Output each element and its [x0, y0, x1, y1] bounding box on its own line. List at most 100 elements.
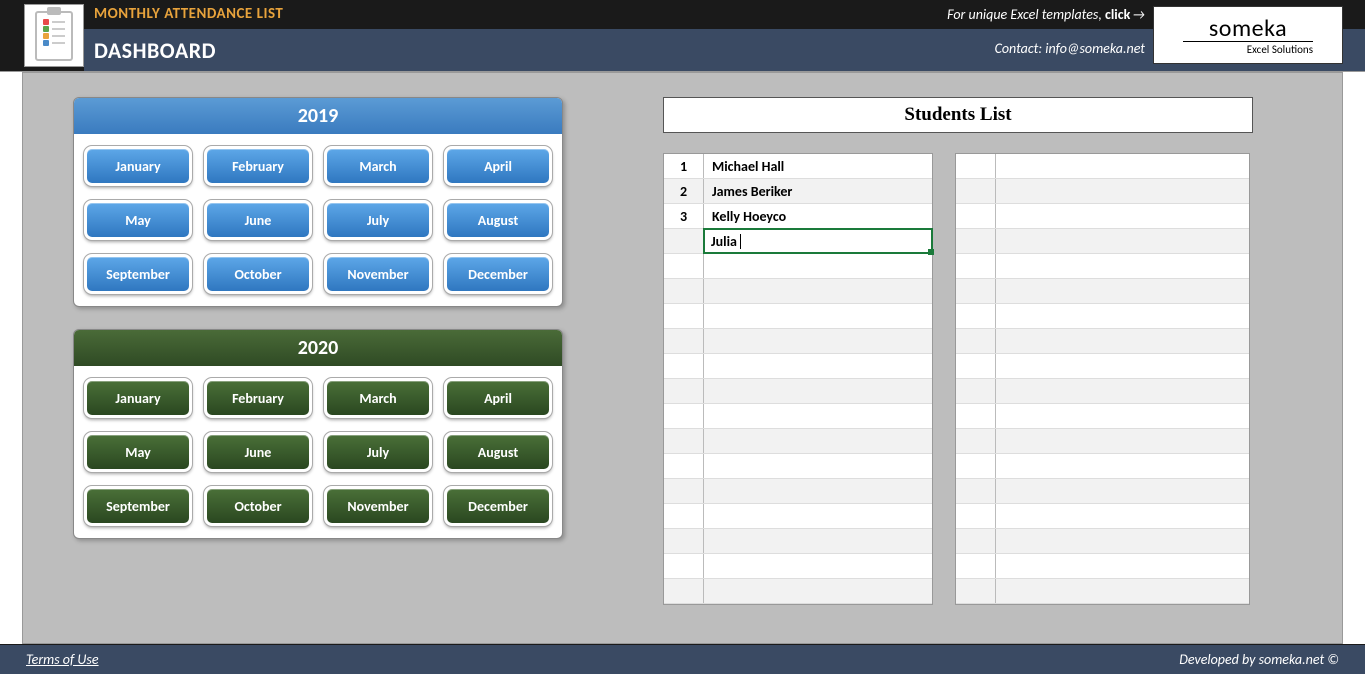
month-button-january[interactable]: January	[84, 378, 192, 418]
student-name[interactable]	[996, 254, 1249, 278]
month-button-april[interactable]: April	[444, 378, 552, 418]
student-name[interactable]	[704, 454, 932, 478]
table-row[interactable]	[956, 254, 1249, 279]
table-row[interactable]	[956, 479, 1249, 504]
student-name[interactable]	[996, 179, 1249, 203]
student-name[interactable]	[996, 279, 1249, 303]
promo-link[interactable]: For unique Excel templates, click →	[947, 6, 1145, 23]
student-name[interactable]	[996, 554, 1249, 578]
table-row[interactable]	[956, 429, 1249, 454]
table-row[interactable]	[664, 379, 932, 404]
month-button-october[interactable]: October	[204, 486, 312, 526]
student-name[interactable]	[996, 379, 1249, 403]
student-name[interactable]	[704, 279, 932, 303]
month-button-april[interactable]: April	[444, 146, 552, 186]
table-row[interactable]	[956, 504, 1249, 529]
table-row[interactable]	[956, 179, 1249, 204]
month-button-february[interactable]: February	[204, 378, 312, 418]
table-row[interactable]	[956, 404, 1249, 429]
table-row[interactable]	[664, 579, 932, 604]
month-button-may[interactable]: May	[84, 200, 192, 240]
month-button-november[interactable]: November	[324, 254, 432, 294]
student-name[interactable]	[704, 379, 932, 403]
student-name[interactable]: Michael Hall	[704, 154, 932, 178]
table-row[interactable]	[956, 579, 1249, 604]
student-name-input[interactable]: Julia	[704, 229, 932, 253]
table-row-editing[interactable]: Julia	[664, 229, 932, 254]
table-row[interactable]	[664, 479, 932, 504]
student-name[interactable]	[996, 579, 1249, 603]
table-row[interactable]: 3Kelly Hoeyco	[664, 204, 932, 229]
table-row[interactable]	[664, 554, 932, 579]
table-row[interactable]	[664, 304, 932, 329]
students-table-left[interactable]: 1Michael Hall2James Beriker3Kelly Hoeyco…	[663, 153, 933, 605]
table-row[interactable]	[956, 229, 1249, 254]
month-button-december[interactable]: December	[444, 254, 552, 294]
table-row[interactable]	[664, 529, 932, 554]
table-row[interactable]	[956, 454, 1249, 479]
table-row[interactable]	[956, 379, 1249, 404]
table-row[interactable]	[664, 404, 932, 429]
month-button-july[interactable]: July	[324, 432, 432, 472]
students-table-right[interactable]	[955, 153, 1250, 605]
student-name[interactable]	[996, 204, 1249, 228]
student-name[interactable]	[996, 454, 1249, 478]
brand-badge[interactable]: someka Excel Solutions	[1153, 6, 1343, 64]
student-name[interactable]	[996, 404, 1249, 428]
month-button-september[interactable]: September	[84, 254, 192, 294]
table-row[interactable]	[956, 529, 1249, 554]
month-button-august[interactable]: August	[444, 200, 552, 240]
student-name[interactable]	[996, 154, 1249, 178]
table-row[interactable]	[664, 354, 932, 379]
student-name[interactable]: James Beriker	[704, 179, 932, 203]
table-row[interactable]	[956, 204, 1249, 229]
student-name[interactable]	[704, 304, 932, 328]
table-row[interactable]	[664, 279, 932, 304]
month-button-october[interactable]: October	[204, 254, 312, 294]
table-row[interactable]	[956, 279, 1249, 304]
student-name[interactable]	[704, 554, 932, 578]
table-row[interactable]: 1Michael Hall	[664, 154, 932, 179]
month-button-january[interactable]: January	[84, 146, 192, 186]
student-name[interactable]	[996, 479, 1249, 503]
month-button-may[interactable]: May	[84, 432, 192, 472]
month-button-november[interactable]: November	[324, 486, 432, 526]
month-button-december[interactable]: December	[444, 486, 552, 526]
month-button-march[interactable]: March	[324, 146, 432, 186]
table-row[interactable]	[664, 254, 932, 279]
month-button-march[interactable]: March	[324, 378, 432, 418]
month-button-february[interactable]: February	[204, 146, 312, 186]
table-row[interactable]: 2James Beriker	[664, 179, 932, 204]
student-name[interactable]	[996, 504, 1249, 528]
student-name[interactable]	[996, 304, 1249, 328]
student-name[interactable]	[704, 529, 932, 553]
table-row[interactable]	[664, 329, 932, 354]
student-name[interactable]	[704, 429, 932, 453]
table-row[interactable]	[956, 154, 1249, 179]
student-name[interactable]	[704, 404, 932, 428]
student-name[interactable]: Kelly Hoeyco	[704, 204, 932, 228]
student-name[interactable]	[996, 329, 1249, 353]
student-name[interactable]	[704, 329, 932, 353]
month-button-june[interactable]: June	[204, 200, 312, 240]
table-row[interactable]	[956, 554, 1249, 579]
month-button-july[interactable]: July	[324, 200, 432, 240]
student-name[interactable]	[996, 229, 1249, 253]
student-name[interactable]	[704, 504, 932, 528]
student-name[interactable]	[996, 429, 1249, 453]
student-name[interactable]	[704, 354, 932, 378]
student-name[interactable]	[704, 479, 932, 503]
student-name[interactable]	[996, 354, 1249, 378]
student-name[interactable]	[996, 529, 1249, 553]
student-name[interactable]	[704, 254, 932, 278]
month-button-september[interactable]: September	[84, 486, 192, 526]
table-row[interactable]	[956, 304, 1249, 329]
student-name[interactable]	[704, 579, 932, 603]
table-row[interactable]	[664, 429, 932, 454]
month-button-august[interactable]: August	[444, 432, 552, 472]
table-row[interactable]	[664, 454, 932, 479]
table-row[interactable]	[956, 354, 1249, 379]
month-button-june[interactable]: June	[204, 432, 312, 472]
table-row[interactable]	[664, 504, 932, 529]
table-row[interactable]	[956, 329, 1249, 354]
